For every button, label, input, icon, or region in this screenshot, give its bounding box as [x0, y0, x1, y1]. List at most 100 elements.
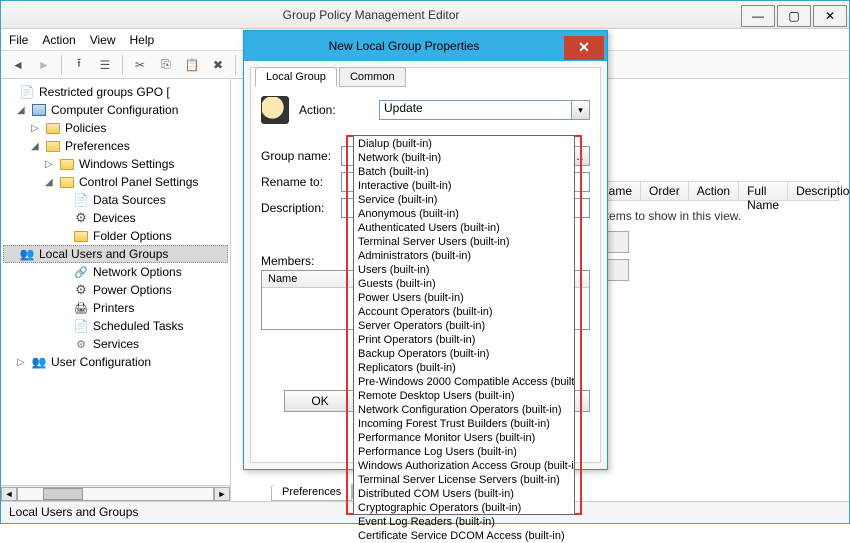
tree-cp-settings[interactable]: ◢ Control Panel Settings — [3, 173, 228, 191]
tree-network-options[interactable]: Network Options — [3, 263, 228, 281]
dropdown-item[interactable]: Remote Desktop Users (built-in) — [354, 389, 574, 403]
folder-icon — [60, 177, 74, 188]
datasource-icon — [73, 192, 89, 208]
titlebar: Group Policy Management Editor — ▢ ✕ — [1, 1, 849, 29]
status-text: Local Users and Groups — [9, 505, 138, 519]
network-icon — [73, 264, 89, 280]
minimize-button[interactable]: — — [741, 5, 775, 27]
dropdown-item[interactable]: Terminal Server Users (built-in) — [354, 235, 574, 249]
action-dropdown-button[interactable]: ▾ — [572, 100, 590, 120]
dropdown-item[interactable]: Batch (built-in) — [354, 165, 574, 179]
tree-root[interactable]: Restricted groups GPO [ — [3, 83, 228, 101]
menu-help[interactable]: Help — [130, 33, 155, 47]
menu-view[interactable]: View — [90, 33, 116, 47]
tree-local-users-groups[interactable]: Local Users and Groups — [3, 245, 228, 263]
dropdown-item[interactable]: Dialup (built-in) — [354, 137, 574, 151]
tree-power-options[interactable]: Power Options — [3, 281, 228, 299]
tree-scheduled-tasks[interactable]: Scheduled Tasks — [3, 317, 228, 335]
dropdown-item[interactable]: Distributed COM Users (built-in) — [354, 487, 574, 501]
tab-preferences[interactable]: Preferences — [271, 484, 352, 501]
action-label: Action: — [299, 103, 379, 117]
dropdown-item[interactable]: Performance Monitor Users (built-in) — [354, 431, 574, 445]
computer-icon — [32, 104, 46, 116]
task-icon — [73, 318, 89, 334]
dropdown-item[interactable]: Guests (built-in) — [354, 277, 574, 291]
dropdown-item[interactable]: Power Users (built-in) — [354, 291, 574, 305]
folder-icon — [60, 159, 74, 170]
paste-button[interactable]: 📋 — [181, 54, 203, 76]
dropdown-item[interactable]: Terminal Server License Servers (built-i… — [354, 473, 574, 487]
folder-icon — [46, 123, 60, 134]
group-name-label: Group name: — [261, 149, 341, 163]
menu-file[interactable]: File — [9, 33, 28, 47]
menu-action[interactable]: Action — [42, 33, 75, 47]
back-button[interactable]: ◄ — [7, 54, 29, 76]
dropdown-item[interactable]: Network (built-in) — [354, 151, 574, 165]
dropdown-item[interactable]: Server Operators (built-in) — [354, 319, 574, 333]
action-select[interactable]: Update — [379, 100, 572, 120]
tree-windows-settings[interactable]: ▷ Windows Settings — [3, 155, 228, 173]
dropdown-item[interactable]: Certificate Service DCOM Access (built-i… — [354, 529, 574, 543]
tree-preferences[interactable]: ◢ Preferences — [3, 137, 228, 155]
tree-folder-options[interactable]: Folder Options — [3, 227, 228, 245]
tree-data-sources[interactable]: Data Sources — [3, 191, 228, 209]
copy-button[interactable]: ⎘ — [155, 54, 177, 76]
dropdown-item[interactable]: Incoming Forest Trust Builders (built-in… — [354, 417, 574, 431]
tab-local-group[interactable]: Local Group — [255, 67, 337, 87]
printer-icon — [73, 300, 89, 316]
dropdown-item[interactable]: Performance Log Users (built-in) — [354, 445, 574, 459]
scroll-left-button[interactable]: ◄ — [1, 487, 17, 501]
scroll-track[interactable] — [17, 487, 214, 501]
dropdown-item[interactable]: Service (built-in) — [354, 193, 574, 207]
description-label: Description: — [261, 201, 341, 215]
forward-button[interactable]: ► — [33, 54, 55, 76]
scroll-thumb[interactable] — [43, 488, 83, 500]
tree-printers[interactable]: Printers — [3, 299, 228, 317]
dropdown-item[interactable]: Users (built-in) — [354, 263, 574, 277]
tree-user-config[interactable]: ▷ User Configuration — [3, 353, 228, 371]
list-header: Name Order Action Full Name Description — [591, 181, 839, 201]
dropdown-item[interactable]: Replicators (built-in) — [354, 361, 574, 375]
show-hide-tree-button[interactable]: ☰ — [94, 54, 116, 76]
group-face-icon — [261, 96, 289, 124]
dropdown-item[interactable]: Event Log Readers (built-in) — [354, 515, 574, 529]
col-action[interactable]: Action — [689, 182, 739, 200]
up-button[interactable]: ⭱ — [68, 54, 90, 76]
col-description[interactable]: Description — [788, 182, 849, 200]
tree-services[interactable]: Services — [3, 335, 228, 353]
dropdown-item[interactable]: Pre-Windows 2000 Compatible Access (buil… — [354, 375, 574, 389]
tree-devices[interactable]: Devices — [3, 209, 228, 227]
dropdown-item[interactable]: Print Operators (built-in) — [354, 333, 574, 347]
close-button[interactable]: ✕ — [813, 5, 847, 27]
delete-button[interactable]: ✖ — [207, 54, 229, 76]
device-icon — [73, 210, 89, 226]
cut-button[interactable]: ✂ — [129, 54, 151, 76]
tree-computer-config[interactable]: ◢ Computer Configuration — [3, 101, 228, 119]
group-name-dropdown-list[interactable]: Dialup (built-in)Network (built-in)Batch… — [353, 135, 575, 515]
dropdown-item[interactable]: Administrators (built-in) — [354, 249, 574, 263]
users-icon — [19, 246, 35, 262]
dropdown-item[interactable]: Interactive (built-in) — [354, 179, 574, 193]
dropdown-item[interactable]: Anonymous (built-in) — [354, 207, 574, 221]
dialog-titlebar[interactable]: New Local Group Properties ✕ — [244, 31, 607, 61]
dialog-close-button[interactable]: ✕ — [564, 36, 604, 60]
maximize-button[interactable]: ▢ — [777, 5, 811, 27]
dropdown-item[interactable]: Authenticated Users (built-in) — [354, 221, 574, 235]
tab-common[interactable]: Common — [339, 67, 406, 87]
policy-icon — [20, 85, 35, 99]
tree-pane[interactable]: Restricted groups GPO [ ◢ Computer Confi… — [1, 79, 231, 501]
window-title: Group Policy Management Editor — [1, 8, 741, 22]
col-order[interactable]: Order — [641, 182, 689, 200]
dropdown-item[interactable]: Backup Operators (built-in) — [354, 347, 574, 361]
dropdown-item[interactable]: Network Configuration Operators (built-i… — [354, 403, 574, 417]
tree-horizontal-scrollbar[interactable]: ◄ ► — [1, 485, 230, 501]
power-icon — [73, 282, 89, 298]
col-fullname[interactable]: Full Name — [739, 182, 788, 200]
scroll-right-button[interactable]: ► — [214, 487, 230, 501]
dropdown-item[interactable]: Account Operators (built-in) — [354, 305, 574, 319]
dropdown-item[interactable]: Cryptographic Operators (built-in) — [354, 501, 574, 515]
ok-button[interactable]: OK — [284, 390, 356, 412]
tree-policies[interactable]: ▷ Policies — [3, 119, 228, 137]
service-icon — [73, 336, 89, 352]
dropdown-item[interactable]: Windows Authorization Access Group (buil… — [354, 459, 574, 473]
